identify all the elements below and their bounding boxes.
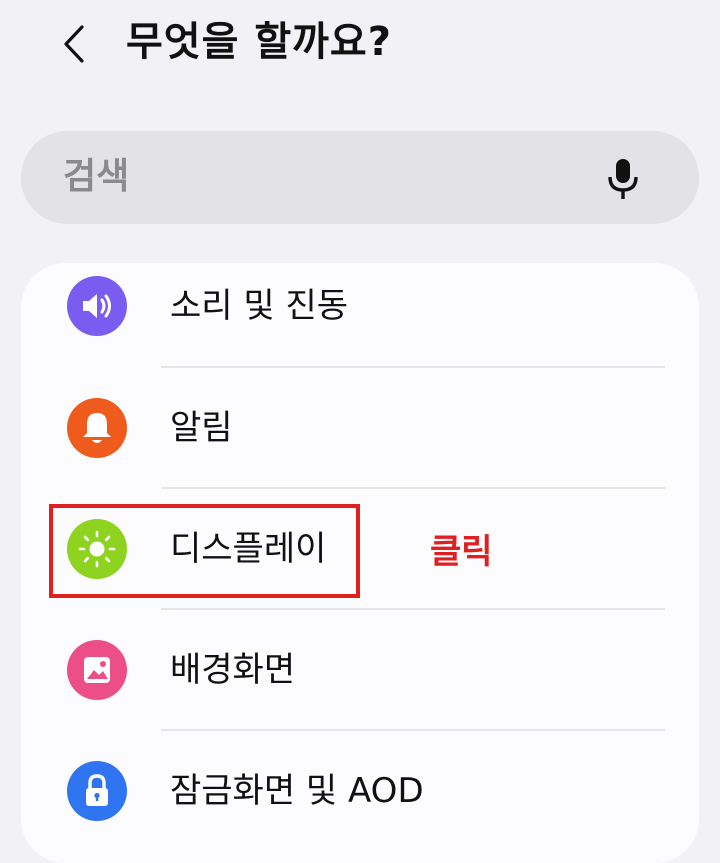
settings-item-display[interactable]: 디스플레이 bbox=[21, 489, 699, 611]
settings-list: 소리 및 진동 알림 디스플레이 배경화면 잠금화면 및 AOD bbox=[21, 263, 699, 863]
settings-item-wallpaper[interactable]: 배경화면 bbox=[21, 610, 699, 732]
back-button[interactable] bbox=[52, 18, 96, 70]
image-icon bbox=[67, 640, 127, 700]
settings-item-label: 소리 및 진동 bbox=[170, 286, 349, 326]
voice-search-button[interactable] bbox=[601, 155, 645, 203]
sun-icon bbox=[67, 519, 127, 579]
header: 무엇을 할까요? bbox=[0, 0, 720, 100]
settings-item-label: 잠금화면 및 AOD bbox=[170, 771, 424, 811]
click-annotation: 클릭 bbox=[430, 532, 493, 572]
page-title: 무엇을 할까요? bbox=[126, 19, 392, 65]
search-placeholder: 검색 bbox=[63, 156, 130, 197]
chevron-left-icon bbox=[64, 25, 84, 63]
settings-item-lock-screen[interactable]: 잠금화면 및 AOD bbox=[21, 731, 699, 853]
settings-item-label: 배경화면 bbox=[170, 650, 296, 690]
settings-item-label: 디스플레이 bbox=[170, 529, 327, 569]
settings-item-notifications[interactable]: 알림 bbox=[21, 368, 699, 490]
bell-icon bbox=[67, 398, 127, 458]
speaker-icon bbox=[67, 276, 127, 336]
microphone-icon bbox=[608, 159, 638, 199]
lock-icon bbox=[67, 761, 127, 821]
search-input[interactable]: 검색 bbox=[21, 131, 699, 224]
settings-item-label: 알림 bbox=[170, 408, 233, 448]
